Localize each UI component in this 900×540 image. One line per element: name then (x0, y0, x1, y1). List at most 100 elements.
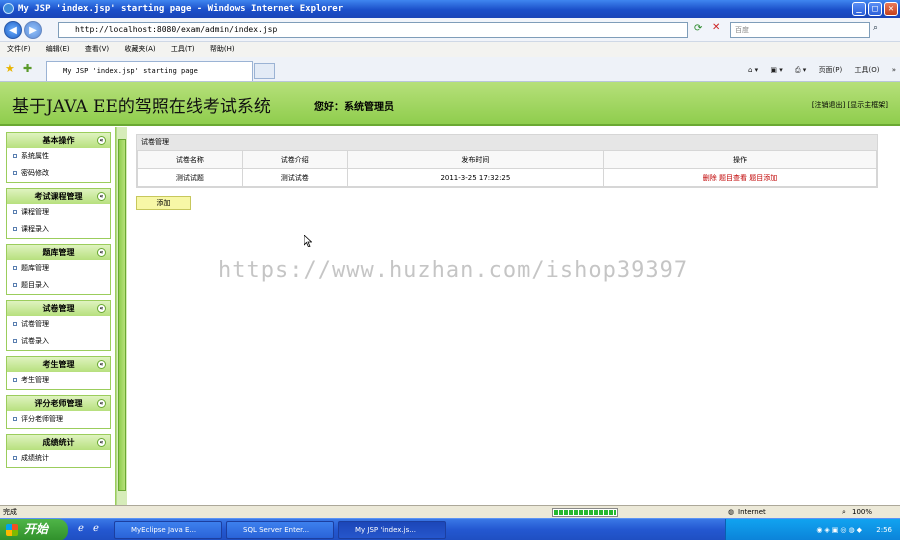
add-button[interactable]: 添加 (136, 196, 191, 210)
windows-taskbar: 开始 ℯ ℯ MyEclipse Java E... SQL Server En… (0, 518, 900, 540)
ie-logo-icon (3, 3, 14, 14)
watermark-text: https://www.huzhan.com/ishop39397 (218, 258, 689, 283)
menu-edit[interactable]: 编辑(E) (46, 42, 70, 57)
sidebar-item[interactable]: 试卷管理 (7, 316, 110, 333)
favorites-star-icon[interactable]: ★ (5, 62, 15, 75)
task-myeclipse[interactable]: MyEclipse Java E... (114, 521, 222, 539)
menu-bar: 文件(F) 编辑(E) 查看(V) 收藏夹(A) 工具(T) 帮助(H) (0, 42, 900, 57)
system-tray: ◉◈▣◎◍◆ 2:56 (725, 519, 900, 540)
menu-view[interactable]: 查看(V) (85, 42, 109, 57)
sidebar-group-label: 考试课程管理 (34, 192, 83, 201)
add-favorites-icon[interactable]: ✚ (23, 62, 32, 75)
cell-paper-intro: 测试试卷 (241, 168, 348, 187)
sidebar-group-title[interactable]: 评分老师管理 « (7, 396, 110, 411)
collapse-icon[interactable]: « (97, 192, 106, 201)
sidebar-item[interactable]: 评分老师管理 (7, 411, 110, 428)
sidebar-item[interactable]: 题库管理 (7, 260, 110, 277)
task-label: My JSP 'index.js... (355, 526, 416, 534)
search-icon[interactable]: ⌕ (873, 23, 878, 33)
collapse-icon[interactable]: « (97, 438, 106, 447)
collapse-icon[interactable]: « (97, 248, 106, 257)
sidebar-item-label: 试卷录入 (21, 337, 49, 345)
windows-logo-icon (6, 524, 18, 536)
home-icon[interactable]: ⌂ ▾ (748, 66, 758, 74)
sidebar-group-title[interactable]: 成绩统计 « (7, 435, 110, 450)
start-button[interactable]: 开始 (0, 519, 68, 540)
new-tab-button[interactable] (254, 63, 275, 79)
sidebar-item-label: 成绩统计 (21, 454, 49, 462)
logout-link[interactable]: [注销退出] (812, 101, 845, 109)
view-questions-link[interactable]: 题目查看 (719, 174, 747, 182)
url-input[interactable]: http://localhost:8080/exam/admin/index.j… (58, 22, 688, 38)
window-titlebar[interactable]: My JSP 'index.jsp' starting page - Windo… (0, 0, 900, 18)
loading-progress (552, 508, 618, 517)
sidebar-group-title[interactable]: 基本操作 « (7, 133, 110, 148)
collapse-icon[interactable]: « (97, 399, 106, 408)
close-button[interactable]: ✕ (884, 2, 898, 16)
stop-icon[interactable]: ✕ (712, 22, 720, 33)
menu-file[interactable]: 文件(F) (7, 42, 31, 57)
sidebar-group-title[interactable]: 考试课程管理 « (7, 189, 110, 204)
refresh-icon[interactable]: ⟳ (694, 23, 702, 34)
zoom-level[interactable]: 100% (852, 506, 872, 518)
mouse-cursor-icon (304, 235, 312, 247)
feeds-icon[interactable]: ▣ ▾ (770, 66, 782, 74)
menu-tools[interactable]: 工具(T) (171, 42, 195, 57)
table-row: 测试试题 测试试卷 2011-3-25 17:32:25 删除 题目查看 题目添… (137, 168, 877, 187)
quicklaunch-browser-icon[interactable]: ℯ (93, 523, 99, 534)
site-header: 基于JAVA EE的驾照在线考试系统 您好：系统管理员 [注销退出] [显示主框… (0, 82, 900, 126)
sidebar-item[interactable]: 考生管理 (7, 372, 110, 389)
sidebar-group-title[interactable]: 试卷管理 « (7, 301, 110, 316)
sidebar-item[interactable]: 系统属性 (7, 148, 110, 165)
show-frame-link[interactable]: [显示主框架] (848, 101, 888, 109)
add-questions-link[interactable]: 题目添加 (749, 174, 777, 182)
print-icon[interactable]: ⎙ ▾ (795, 66, 806, 74)
header-links: [注销退出] [显示主框架] (812, 100, 888, 110)
minimize-button[interactable]: _ (852, 2, 866, 16)
task-sql-server[interactable]: SQL Server Enter... (226, 521, 334, 539)
zoom-icon[interactable]: ⌕ (842, 506, 846, 518)
window-title: My JSP 'index.jsp' starting page - Windo… (18, 4, 344, 14)
search-input[interactable]: 百度 (730, 22, 870, 38)
sidebar-group: 评分老师管理 « 评分老师管理 (6, 395, 111, 429)
tools-menu[interactable]: 工具(O) (854, 66, 879, 74)
collapse-icon[interactable]: « (97, 360, 106, 369)
sidebar-group-title[interactable]: 考生管理 « (7, 357, 110, 372)
sidebar-group: 试卷管理 « 试卷管理试卷录入 (6, 300, 111, 351)
sidebar-item-label: 课程管理 (21, 208, 49, 216)
sidebar-item[interactable]: 成绩统计 (7, 450, 110, 467)
tab-current-page[interactable]: My JSP 'index.jsp' starting page (46, 61, 253, 81)
main-area: 试卷管理 试卷名称 试卷介绍 发布时间 操作 测试试题 测试试卷 2011-3-… (136, 134, 878, 210)
delete-link[interactable]: 删除 (703, 174, 717, 182)
status-text: 完成 (3, 508, 17, 516)
bullet-icon (13, 456, 17, 460)
more-icon[interactable]: » (892, 66, 896, 74)
sidebar-item[interactable]: 试卷录入 (7, 333, 110, 350)
sidebar-item-label: 考生管理 (21, 376, 49, 384)
task-ie-window[interactable]: My JSP 'index.js... (338, 521, 446, 539)
cell-publish-time: 2011-3-25 17:32:25 (346, 168, 605, 187)
back-button[interactable]: ◀ (4, 21, 22, 39)
forward-button[interactable]: ▶ (24, 21, 42, 39)
quicklaunch-ie-icon[interactable]: ℯ (78, 523, 84, 534)
sidebar-item[interactable]: 题目录入 (7, 277, 110, 294)
collapse-icon[interactable]: « (97, 304, 106, 313)
page-menu[interactable]: 页面(P) (819, 66, 843, 74)
menu-help[interactable]: 帮助(H) (210, 42, 235, 57)
address-toolbar: ◀ ▶ http://localhost:8080/exam/admin/ind… (0, 18, 900, 42)
collapse-icon[interactable]: « (97, 136, 106, 145)
sidebar-item[interactable]: 密码修改 (7, 165, 110, 182)
sidebar-item[interactable]: 课程录入 (7, 221, 110, 238)
menu-favorites[interactable]: 收藏夹(A) (124, 42, 155, 57)
tray-icons[interactable]: ◉◈▣◎◍◆ (816, 526, 864, 534)
user-greeting: 您好：系统管理员 (314, 102, 394, 113)
task-label: SQL Server Enter... (243, 526, 310, 534)
scrollbar-thumb[interactable] (118, 139, 126, 491)
maximize-button[interactable]: □ (868, 2, 882, 16)
sidebar-scrollbar[interactable] (116, 127, 127, 505)
sidebar-group-title[interactable]: 题库管理 « (7, 245, 110, 260)
column-paper-name: 试卷名称 (137, 150, 243, 169)
sidebar-item[interactable]: 课程管理 (7, 204, 110, 221)
bullet-icon (13, 339, 17, 343)
bullet-icon (13, 283, 17, 287)
